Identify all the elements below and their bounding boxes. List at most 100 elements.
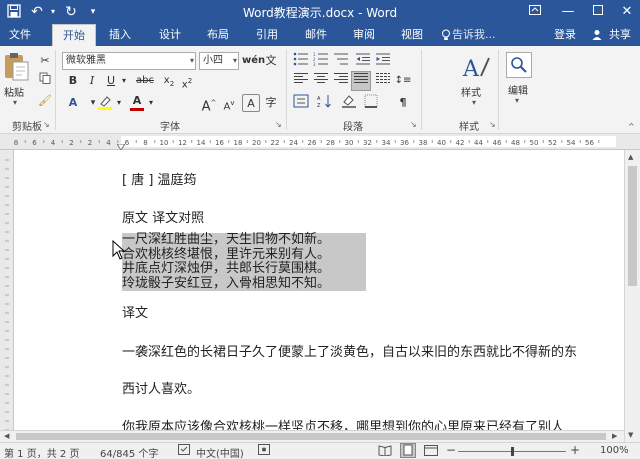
- proofing-icon[interactable]: [178, 444, 190, 458]
- styles-label[interactable]: 样式: [461, 84, 481, 99]
- hanging-indent-marker[interactable]: [116, 143, 126, 159]
- decrease-indent-icon[interactable]: [354, 52, 372, 70]
- zoom-in-button[interactable]: +: [570, 443, 580, 457]
- scroll-left-icon[interactable]: ◀: [4, 432, 9, 440]
- cut-icon[interactable]: ✂: [36, 52, 54, 70]
- numbering-icon[interactable]: 123: [312, 52, 330, 70]
- bold-button[interactable]: B: [64, 72, 82, 90]
- highlight-color-icon[interactable]: [96, 94, 114, 112]
- copy-icon[interactable]: [36, 72, 54, 90]
- chevron-down-icon[interactable]: ▾: [146, 94, 156, 112]
- undo-dropdown-icon[interactable]: ▾: [48, 3, 58, 21]
- poem-line-2[interactable]: 合欢桃核终堪恨，里许元来别有人。: [122, 247, 330, 263]
- shading-icon[interactable]: [340, 94, 358, 112]
- zoom-level[interactable]: 100%: [600, 445, 629, 456]
- line-spacing-icon[interactable]: ↕≡: [394, 72, 412, 90]
- tab-review[interactable]: 审阅: [344, 24, 384, 46]
- font-size-select[interactable]: 小四 ▾: [199, 52, 239, 70]
- doc-section-heading[interactable]: 原文 译文对照: [122, 207, 204, 226]
- editing-dropdown-icon[interactable]: ▾: [515, 96, 519, 105]
- enclose-characters-icon[interactable]: 字: [262, 94, 280, 112]
- sort-icon[interactable]: AZ: [316, 94, 334, 112]
- shrink-font-icon[interactable]: Av: [220, 94, 238, 112]
- format-painter-icon[interactable]: 🖌: [36, 92, 54, 110]
- translation-line-3[interactable]: 你我原本应该像合欢核桃一样坚贞不移，哪里想到你的心里原来已经有了别人: [122, 416, 564, 430]
- page-count[interactable]: 第 1 页，共 2 页: [4, 445, 79, 459]
- translation-line-2[interactable]: 西讨人喜欢。: [122, 378, 200, 397]
- tab-layout[interactable]: 布局: [198, 24, 238, 46]
- share-person-icon[interactable]: [590, 24, 604, 46]
- strikethrough-button[interactable]: abc: [134, 72, 156, 90]
- subscript-button[interactable]: x2: [160, 72, 178, 90]
- redo-icon[interactable]: ↻: [62, 3, 80, 21]
- increase-indent-icon[interactable]: [374, 52, 392, 70]
- tab-mailings[interactable]: 邮件: [296, 24, 336, 46]
- poem-line-3[interactable]: 井底点灯深烛伊，共郎长行莫围棋。: [122, 261, 330, 277]
- zoom-slider-thumb[interactable]: [511, 447, 514, 456]
- styles-launcher-icon[interactable]: ↘: [489, 120, 496, 129]
- underline-dropdown-icon[interactable]: ▾: [119, 72, 129, 90]
- macro-record-icon[interactable]: [258, 444, 270, 458]
- ribbon-display-options-icon[interactable]: [520, 0, 550, 24]
- chinese-layout-icon[interactable]: [292, 94, 310, 112]
- editing-search-icon[interactable]: [506, 52, 532, 78]
- language[interactable]: 中文(中国): [196, 445, 244, 459]
- document-page[interactable]: [ 唐 ] 温庭筠 原文 译文对照 一尺深红胜曲尘，天生旧物不如新。 合欢桃核终…: [15, 150, 624, 430]
- undo-icon[interactable]: ↶: [27, 3, 47, 21]
- sign-in-link[interactable]: 登录: [550, 24, 580, 46]
- restore-icon[interactable]: [583, 0, 613, 24]
- doc-author-line[interactable]: [ 唐 ] 温庭筠: [122, 169, 197, 188]
- hscroll-thumb[interactable]: [16, 433, 606, 440]
- text-effects-icon[interactable]: A: [64, 94, 82, 112]
- scroll-right-icon[interactable]: ▶: [612, 432, 617, 440]
- font-name-select[interactable]: 微软雅黑 ▾: [62, 52, 196, 70]
- paste-dropdown-icon[interactable]: ▾: [13, 98, 17, 107]
- tab-view[interactable]: 视图: [392, 24, 432, 46]
- multilevel-list-icon[interactable]: [332, 52, 350, 70]
- underline-button[interactable]: U: [102, 72, 120, 90]
- align-left-icon[interactable]: [292, 72, 310, 90]
- customize-quick-access-icon[interactable]: ▾: [86, 3, 100, 21]
- clipboard-launcher-icon[interactable]: ↘: [43, 120, 50, 129]
- minimize-icon[interactable]: —: [553, 0, 583, 24]
- paste-label[interactable]: 粘贴: [4, 84, 24, 99]
- font-launcher-icon[interactable]: ↘: [275, 120, 282, 129]
- align-right-icon[interactable]: [332, 72, 350, 90]
- distribute-icon[interactable]: [374, 72, 392, 90]
- scroll-up-icon[interactable]: ▲: [628, 153, 633, 161]
- poem-line-1[interactable]: 一尺深红胜曲尘，天生旧物不如新。: [122, 232, 330, 248]
- poem-line-4[interactable]: 玲珑骰子安红豆，入骨相思知不知。: [122, 276, 330, 292]
- styles-icon[interactable]: A: [461, 52, 491, 82]
- read-mode-icon[interactable]: [378, 445, 392, 459]
- character-shading-icon[interactable]: A: [242, 94, 260, 112]
- tab-insert[interactable]: 插入: [100, 24, 140, 46]
- word-count[interactable]: 64/845 个字: [100, 445, 158, 459]
- scroll-down-icon[interactable]: ▼: [628, 431, 633, 439]
- paste-icon[interactable]: [3, 52, 31, 82]
- show-hide-marks-icon[interactable]: ¶: [394, 94, 412, 112]
- editing-label[interactable]: 编辑: [508, 82, 528, 97]
- tab-design[interactable]: 设计: [150, 24, 190, 46]
- justify-icon[interactable]: [351, 71, 371, 91]
- web-layout-icon[interactable]: [424, 445, 438, 459]
- tab-references[interactable]: 引用: [247, 24, 287, 46]
- chevron-down-icon[interactable]: ▾: [114, 94, 124, 112]
- first-line-indent-marker[interactable]: [116, 135, 126, 151]
- italic-button[interactable]: I: [83, 72, 101, 90]
- styles-dropdown-icon[interactable]: ▾: [472, 98, 476, 107]
- translation-heading[interactable]: 译文: [122, 302, 148, 321]
- borders-icon[interactable]: [362, 94, 380, 112]
- save-icon[interactable]: [5, 4, 23, 22]
- close-icon[interactable]: ✕: [612, 0, 640, 24]
- align-center-icon[interactable]: [312, 72, 330, 90]
- translation-line-1[interactable]: 一袭深红色的长裙日子久了便蒙上了淡黄色，自古以来旧的东西就比不得新的东: [122, 341, 577, 360]
- horizontal-scrollbar[interactable]: ◀ ▶: [0, 430, 624, 442]
- tab-file[interactable]: 文件: [0, 24, 40, 46]
- clear-formatting-icon[interactable]: 文: [262, 52, 280, 70]
- share-button[interactable]: 共享: [605, 24, 635, 46]
- font-color-icon[interactable]: A: [128, 92, 146, 111]
- paragraph-launcher-icon[interactable]: ↘: [410, 120, 417, 129]
- tell-me-search[interactable]: 告诉我...: [452, 24, 512, 46]
- scrollbar-thumb[interactable]: [628, 166, 637, 286]
- right-indent-marker[interactable]: [612, 143, 622, 159]
